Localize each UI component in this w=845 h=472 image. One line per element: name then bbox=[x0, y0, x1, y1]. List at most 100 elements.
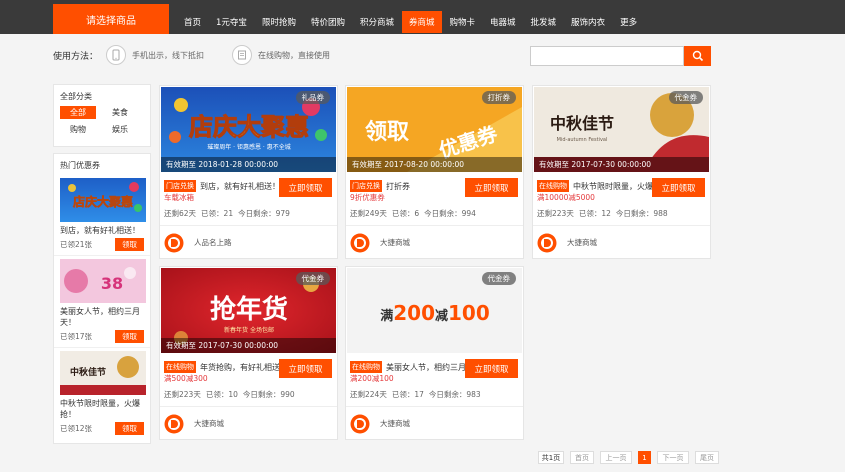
nav-flash-sale[interactable]: 限时抢购 bbox=[255, 11, 303, 33]
coupon-stats: 还剩249天 已领：6 今日剩余：994 bbox=[350, 208, 481, 219]
coupon-title[interactable]: 年货抢购，有好礼相送！ bbox=[200, 362, 288, 373]
category-food[interactable]: 美食 bbox=[102, 106, 138, 119]
nav-points-mall[interactable]: 积分商城 bbox=[353, 11, 401, 33]
coupon-stats: 还剩62天 已领：21 今日剩余：979 bbox=[164, 208, 295, 219]
coupon-title[interactable]: 中秋节限时限量，火爆 bbox=[573, 181, 653, 192]
nav-shopping-card[interactable]: 购物卡 bbox=[443, 11, 483, 33]
coupon-image[interactable]: 抢年货 新春年货 全场包邮 代金券 有效期至 2017-07-30 00:00:… bbox=[161, 268, 336, 353]
coupon-card: 抢年货 新春年货 全场包邮 代金券 有效期至 2017-07-30 00:00:… bbox=[159, 266, 338, 440]
coupon-use-tag: 门店兑换 bbox=[350, 180, 382, 192]
hot-claim-button[interactable]: 领取 bbox=[115, 238, 144, 251]
coupon-type-badge: 代金券 bbox=[295, 272, 330, 285]
search-button[interactable] bbox=[684, 46, 711, 66]
shop-row[interactable]: 大捷商城 bbox=[533, 225, 710, 259]
shop-logo-icon bbox=[350, 414, 370, 433]
coupon-title[interactable]: 美丽女人节，相约三月 bbox=[386, 362, 466, 373]
main-nav: 首页 1元夺宝 限时抢购 特价团购 积分商城 券商城 购物卡 电器城 批发城 服… bbox=[177, 11, 645, 33]
nav-electronics[interactable]: 电器城 bbox=[483, 11, 523, 33]
claim-button[interactable]: 立即领取 bbox=[279, 178, 332, 197]
hot-title: 热门优惠券 bbox=[60, 161, 100, 170]
search-input[interactable] bbox=[530, 46, 684, 66]
days-left: 还剩223天 bbox=[537, 209, 574, 218]
shop-row[interactable]: 大捷商城 bbox=[346, 225, 523, 259]
claimed-count: 已领：12 bbox=[578, 209, 611, 218]
claim-button[interactable]: 立即领取 bbox=[652, 178, 705, 197]
coupon-use-tag: 在线购物 bbox=[537, 180, 569, 192]
page-next[interactable]: 下一页 bbox=[657, 451, 689, 464]
shop-row[interactable]: 大捷商城 bbox=[160, 406, 337, 440]
shop-logo-icon bbox=[164, 233, 184, 252]
days-left: 还剩62天 bbox=[164, 209, 197, 218]
hot-image[interactable]: 中秋佳节 bbox=[60, 351, 146, 395]
nav-apparel[interactable]: 服饰内衣 bbox=[564, 11, 612, 33]
nav-coupon-mall[interactable]: 券商城 bbox=[401, 11, 442, 33]
shop-name: 人品名上路 bbox=[194, 238, 232, 247]
pagination: 共1页 首页 上一页 1 下一页 尾页 bbox=[538, 451, 725, 464]
coupon-type-badge: 代金券 bbox=[668, 91, 703, 104]
claimed-count: 已领：21 bbox=[201, 209, 234, 218]
coupon-card: 中秋佳节 Mid-autumn Festival 代金券 有效期至 2017-0… bbox=[532, 85, 711, 259]
hot-claim-button[interactable]: 领取 bbox=[115, 422, 144, 435]
page-current[interactable]: 1 bbox=[638, 451, 651, 464]
nav-home[interactable]: 首页 bbox=[177, 11, 208, 33]
svg-text:店庆大聚惠: 店庆大聚惠 bbox=[73, 194, 133, 209]
coupon-card: 满200减100 代金券 在线购物 美丽女人节，相约三月 满200减100 立即… bbox=[345, 266, 524, 440]
coupon-image[interactable]: 满200减100 代金券 bbox=[347, 268, 522, 353]
page-total: 共1页 bbox=[538, 451, 564, 464]
cart-icon bbox=[232, 45, 253, 65]
coupon-image[interactable]: 领取 优惠券 打折券 有效期至 2017-08-20 00:00:00 bbox=[347, 87, 522, 172]
svg-text:38: 38 bbox=[101, 274, 123, 293]
coupon-use-tag: 在线购物 bbox=[164, 361, 196, 373]
shop-name: 大捷商城 bbox=[567, 238, 597, 247]
nav-one-yuan[interactable]: 1元夺宝 bbox=[209, 11, 254, 33]
page-first[interactable]: 首页 bbox=[570, 451, 594, 464]
claim-button[interactable]: 立即领取 bbox=[465, 178, 518, 197]
hot-item-title[interactable]: 到店，就有好礼相送！ bbox=[60, 225, 144, 236]
days-left: 还剩249天 bbox=[350, 209, 387, 218]
category-entertainment[interactable]: 娱乐 bbox=[102, 123, 138, 136]
claim-button[interactable]: 立即领取 bbox=[465, 359, 518, 378]
svg-text:中秋佳节: 中秋佳节 bbox=[70, 366, 106, 378]
svg-text:店庆大聚惠: 店庆大聚惠 bbox=[189, 113, 309, 141]
claim-button[interactable]: 立即领取 bbox=[279, 359, 332, 378]
coupon-title[interactable]: 到店，就有好礼相送！ bbox=[200, 181, 280, 192]
hot-image[interactable]: 38 bbox=[60, 259, 146, 303]
coupon-image[interactable]: 中秋佳节 Mid-autumn Festival 代金券 有效期至 2017-0… bbox=[534, 87, 709, 172]
category-shopping[interactable]: 购物 bbox=[60, 123, 96, 136]
coupon-type-badge: 代金券 bbox=[481, 272, 516, 285]
shop-row[interactable]: 大捷商城 bbox=[346, 406, 523, 440]
hot-item-title[interactable]: 美丽女人节，相约三月天！ bbox=[60, 306, 144, 328]
svg-text:璀璨周年 · 钜惠感恩 · 惠不全城: 璀璨周年 · 钜惠感恩 · 惠不全城 bbox=[207, 143, 290, 151]
coupon-type-badge: 礼品券 bbox=[295, 91, 330, 104]
category-all[interactable]: 全部 bbox=[60, 106, 96, 119]
hot-item: 38 美丽女人节，相约三月天！ 已领17张 领取 bbox=[54, 256, 150, 348]
nav-wholesale[interactable]: 批发城 bbox=[524, 11, 564, 33]
sidebar: 全部分类 全部 美食 购物 娱乐 热门优惠券 店庆大聚惠 到店，就有好礼相送！ … bbox=[53, 84, 151, 444]
category-panel: 全部分类 全部 美食 购物 娱乐 bbox=[53, 84, 151, 147]
coupon-title[interactable]: 打折券 bbox=[386, 181, 410, 192]
nav-more[interactable]: 更多 bbox=[613, 11, 644, 33]
hot-item: 店庆大聚惠 到店，就有好礼相送！ 已领21张 领取 bbox=[54, 175, 150, 256]
hot-image[interactable]: 店庆大聚惠 bbox=[60, 178, 146, 222]
usage-methods: 使用方法： 手机出示，线下抵扣 在线购物，直接使用 bbox=[53, 44, 358, 66]
hot-coupons-panel: 热门优惠券 店庆大聚惠 到店，就有好礼相送！ 已领21张 领取 38 美丽女人节… bbox=[53, 153, 151, 444]
nav-group-buy[interactable]: 特价团购 bbox=[304, 11, 352, 33]
coupon-image[interactable]: 店庆大聚惠 璀璨周年 · 钜惠感恩 · 惠不全城 礼品券 有效期至 2018-0… bbox=[161, 87, 336, 172]
hot-claim-button[interactable]: 领取 bbox=[115, 330, 144, 343]
page-last[interactable]: 尾页 bbox=[695, 451, 719, 464]
coupon-subtitle: 9折优惠券 bbox=[350, 193, 385, 202]
page-prev[interactable]: 上一页 bbox=[600, 451, 632, 464]
usage-method-2: 在线购物，直接使用 bbox=[258, 50, 331, 60]
category-select-button[interactable]: 请选择商品 bbox=[53, 4, 169, 34]
hot-item-title[interactable]: 中秋节限时限量，火爆抢！ bbox=[60, 398, 144, 420]
coupon-subtitle: 满200减100 bbox=[350, 374, 394, 383]
svg-text:领取: 领取 bbox=[365, 119, 409, 145]
shop-row[interactable]: 人品名上路 bbox=[160, 225, 337, 259]
coupon-validity: 有效期至 2017-08-20 00:00:00 bbox=[347, 157, 522, 172]
days-left: 还剩223天 bbox=[164, 390, 201, 399]
svg-text:中秋佳节: 中秋佳节 bbox=[550, 114, 614, 133]
coupon-stats: 还剩223天 已领：10 今日剩余：990 bbox=[164, 389, 300, 400]
coupon-validity: 有效期至 2018-01-28 00:00:00 bbox=[161, 157, 336, 172]
coupon-stats: 还剩224天 已领：17 今日剩余：983 bbox=[350, 389, 486, 400]
shop-name: 大捷商城 bbox=[380, 419, 410, 428]
